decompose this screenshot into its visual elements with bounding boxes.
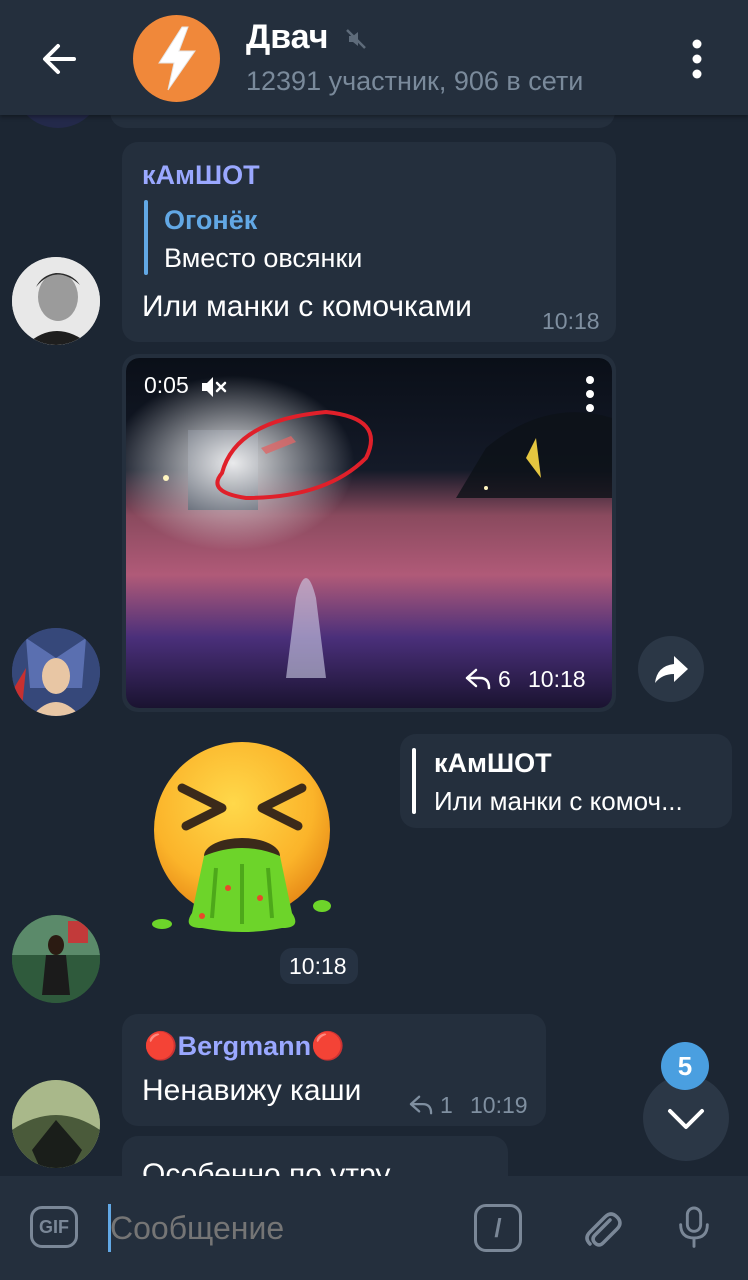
message-input-bar: GIF /: [0, 1176, 748, 1280]
sticker-reply-bubble[interactable]: кАмШОТ Или манки с комоч...: [400, 734, 732, 828]
reply-bar: [144, 200, 148, 275]
message-bubble[interactable]: кАмШОТ Огонёк Вместо овсянки Или манки с…: [122, 142, 616, 342]
share-icon: [655, 656, 688, 683]
attach-icon[interactable]: [576, 1204, 624, 1252]
reply-bar: [412, 748, 416, 814]
video-more-icon[interactable]: [582, 374, 598, 414]
channel-members: 12391 участник, 906 в сети: [246, 66, 584, 96]
avatar-photo: [12, 915, 100, 1003]
gif-button[interactable]: GIF: [30, 1206, 78, 1248]
reply-sender-name[interactable]: Огонёк: [164, 205, 257, 236]
video-duration: 0:05: [144, 372, 189, 398]
reply-icon: [409, 1095, 433, 1115]
user-avatar[interactable]: [12, 1080, 100, 1168]
reply-text[interactable]: Или манки с комоч...: [434, 786, 683, 817]
sound-off-icon[interactable]: [200, 374, 230, 400]
sender-name[interactable]: 🔴Bergmann🔴: [144, 1030, 345, 1062]
more-vert-icon[interactable]: [682, 36, 712, 82]
bolt-icon: [158, 26, 196, 91]
gif-label: GIF: [39, 1217, 69, 1237]
mic-icon[interactable]: [674, 1202, 714, 1254]
message-text: Или манки с комочками: [142, 290, 472, 323]
video-bubble[interactable]: 0:05 6 10:18: [122, 354, 616, 712]
reply-icon: [465, 668, 491, 690]
unread-count: 5: [677, 1051, 693, 1081]
reply-count[interactable]: 1: [440, 1092, 453, 1119]
video-preview[interactable]: [126, 358, 612, 708]
message-time: 10:18: [542, 308, 600, 334]
avatar-portrait: [12, 257, 100, 345]
bot-command-button[interactable]: /: [474, 1204, 522, 1252]
vomit-emoji-icon[interactable]: [142, 738, 342, 938]
user-avatar[interactable]: [12, 915, 100, 1003]
unread-badge: 5: [661, 1042, 709, 1090]
chat-header: Двач 12391 участник, 906 в сети: [0, 0, 748, 115]
mute-icon: [346, 29, 366, 49]
channel-title[interactable]: Двач: [246, 18, 328, 57]
sticker-time-badge: 10:18: [280, 948, 358, 984]
message-time: 10:19: [470, 1092, 528, 1118]
back-arrow-icon[interactable]: [36, 36, 82, 82]
user-avatar[interactable]: [12, 257, 100, 345]
reply-count[interactable]: 6: [498, 666, 511, 693]
command-label: /: [494, 1213, 502, 1243]
sticker-time: 10:18: [289, 953, 347, 979]
message-text: Ненавижу каши: [142, 1074, 362, 1107]
video-time: 10:18: [528, 666, 586, 692]
channel-avatar[interactable]: [133, 15, 220, 102]
message-bubble[interactable]: 🔴Bergmann🔴 Ненавижу каши 1 10:19: [122, 1014, 546, 1126]
share-button[interactable]: [638, 636, 704, 702]
reply-text[interactable]: Вместо овсянки: [164, 243, 362, 274]
reply-sender-name[interactable]: кАмШОТ: [434, 748, 552, 779]
avatar-photo: [12, 1080, 100, 1168]
avatar-anime: [12, 628, 100, 716]
message-input[interactable]: [110, 1204, 450, 1252]
sender-name[interactable]: кАмШОТ: [142, 160, 260, 191]
user-avatar[interactable]: [12, 628, 100, 716]
